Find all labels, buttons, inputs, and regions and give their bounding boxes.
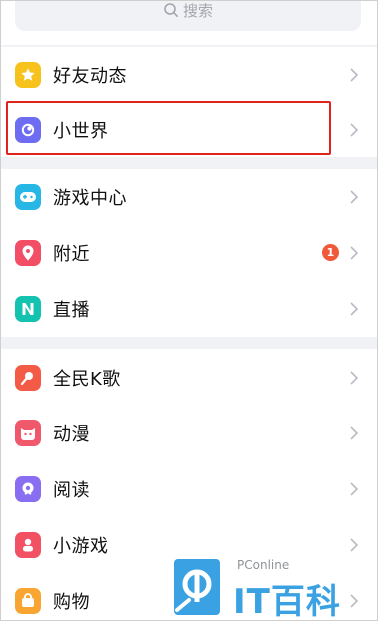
watermark: PConline IT百科 (171, 556, 371, 620)
notification-badge: 1 (322, 244, 339, 261)
chevron-right-icon (350, 481, 359, 496)
menu-item-label: 动漫 (53, 423, 90, 445)
search-area: 搜索 (1, 1, 377, 45)
chevron-right-icon (350, 537, 359, 552)
mini-game-icon (15, 531, 41, 558)
chevron-right-icon (350, 425, 359, 440)
karaoke-icon (15, 364, 41, 391)
menu-item-game-center[interactable]: 游戏中心 (1, 169, 377, 224)
pconline-logo-icon (174, 559, 220, 615)
group-separator (1, 337, 377, 349)
book-icon (15, 475, 41, 502)
chevron-right-icon (350, 245, 359, 260)
anime-icon (15, 419, 41, 446)
menu-item-live[interactable]: 直播 (1, 281, 377, 336)
menu-item-label: 购物 (53, 591, 90, 613)
app-frame: 搜索 好友动态 小世界 游戏中心 附近 1 直播 全民K歌 动漫 阅读 小游戏 … (0, 0, 378, 621)
chevron-right-icon (350, 370, 359, 385)
star-icon (15, 61, 41, 88)
menu-item-label: 附近 (53, 243, 90, 265)
menu-item-reading[interactable]: 阅读 (1, 461, 377, 516)
menu-item-label: 游戏中心 (53, 187, 127, 209)
menu-item-label: 好友动态 (53, 65, 127, 87)
watermark-small-text: PConline (237, 558, 290, 572)
chevron-right-icon (350, 122, 359, 137)
menu-item-label: 阅读 (53, 479, 90, 501)
highlight-box (6, 101, 331, 155)
watermark-brand-text: IT百科 (233, 582, 341, 621)
group-separator (1, 157, 377, 169)
shopping-icon (15, 587, 41, 614)
menu-item-friend-feed[interactable]: 好友动态 (1, 47, 377, 102)
chevron-right-icon (350, 189, 359, 204)
menu-item-label: 全民K歌 (53, 368, 121, 390)
menu-item-karaoke[interactable]: 全民K歌 (1, 350, 377, 405)
menu-item-label: 小游戏 (53, 535, 109, 557)
menu-item-anime[interactable]: 动漫 (1, 405, 377, 460)
search-placeholder: 搜索 (182, 1, 213, 20)
location-pin-icon (15, 239, 41, 266)
live-icon (15, 295, 41, 322)
gamepad-icon (15, 183, 41, 210)
chevron-right-icon (350, 67, 359, 82)
chevron-right-icon (350, 301, 359, 316)
search-icon (164, 3, 178, 17)
menu-item-label: 直播 (53, 299, 90, 321)
menu-item-nearby[interactable]: 附近 1 (1, 225, 377, 280)
search-input[interactable]: 搜索 (15, 1, 361, 31)
